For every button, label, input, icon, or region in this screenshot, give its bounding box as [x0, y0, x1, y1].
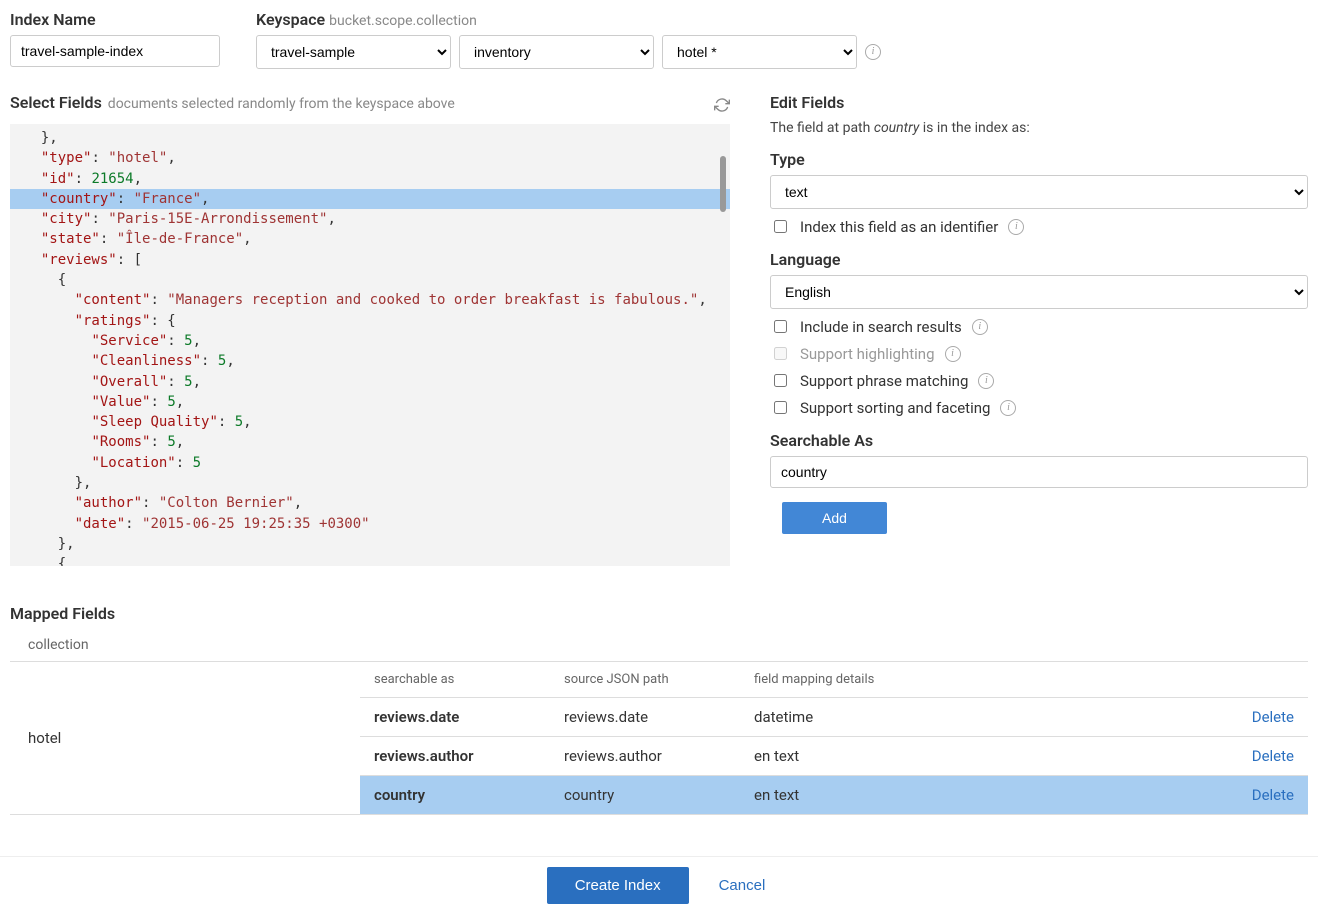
refresh-icon[interactable] — [714, 97, 730, 117]
info-icon[interactable]: i — [945, 346, 961, 362]
edit-fields-intro: The field at path country is in the inde… — [770, 120, 1308, 136]
table-row[interactable]: countrycountryen textDelete — [360, 776, 1308, 814]
json-line[interactable]: "state": "Île-de-France", — [10, 229, 730, 249]
info-icon[interactable]: i — [978, 373, 994, 389]
delete-link[interactable]: Delete — [1224, 786, 1294, 804]
cell-details: en text — [754, 747, 1224, 765]
identifier-label: Index this field as an identifier — [800, 218, 998, 236]
info-icon[interactable]: i — [865, 44, 881, 60]
json-preview[interactable]: }, "type": "hotel", "id": 21654, "countr… — [10, 124, 730, 566]
language-label: Language — [770, 250, 1308, 269]
type-select[interactable]: text — [770, 175, 1308, 209]
mapped-collection-name: hotel — [10, 662, 360, 814]
cell-source: reviews.date — [564, 708, 754, 726]
json-line[interactable]: "author": "Colton Bernier", — [10, 493, 730, 513]
keyspace-label: Keyspacebucket.scope.collection — [256, 10, 881, 29]
add-button[interactable]: Add — [782, 502, 887, 534]
searchable-as-input[interactable] — [770, 456, 1308, 488]
cell-searchable: reviews.author — [374, 747, 564, 765]
identifier-checkbox[interactable] — [774, 220, 787, 233]
json-line[interactable]: "city": "Paris-15E-Arrondissement", — [10, 209, 730, 229]
json-line[interactable]: "Cleanliness": 5, — [10, 351, 730, 371]
language-select[interactable]: English — [770, 275, 1308, 309]
mapped-table-header: searchable as source JSON path field map… — [360, 662, 1308, 698]
bucket-select[interactable]: travel-sample — [256, 35, 451, 69]
json-line[interactable]: { — [10, 554, 730, 566]
json-line[interactable]: "Value": 5, — [10, 392, 730, 412]
type-label: Type — [770, 150, 1308, 169]
cell-details: datetime — [754, 708, 1224, 726]
highlight-checkbox — [774, 347, 787, 360]
json-line[interactable]: "Location": 5 — [10, 453, 730, 473]
json-line[interactable]: "id": 21654, — [10, 169, 730, 189]
keyspace-group: Keyspacebucket.scope.collection travel-s… — [256, 10, 881, 69]
cell-searchable: country — [374, 786, 564, 804]
json-line[interactable]: "Overall": 5, — [10, 372, 730, 392]
collection-column-header: collection — [10, 631, 1308, 661]
highlight-label: Support highlighting — [800, 345, 935, 363]
mapped-fields-title: Mapped Fields — [10, 604, 1308, 623]
footer-bar: Create Index Cancel — [0, 856, 1318, 914]
index-name-input[interactable] — [10, 35, 220, 67]
scope-select[interactable]: inventory — [459, 35, 654, 69]
cell-details: en text — [754, 786, 1224, 804]
json-line[interactable]: }, — [10, 534, 730, 554]
searchable-as-label: Searchable As — [770, 431, 1308, 450]
json-line[interactable]: "date": "2015-06-25 19:25:35 +0300" — [10, 514, 730, 534]
collection-select[interactable]: hotel * — [662, 35, 857, 69]
cell-source: country — [564, 786, 754, 804]
cell-searchable: reviews.date — [374, 708, 564, 726]
sort-checkbox[interactable] — [774, 401, 787, 414]
json-line[interactable]: "type": "hotel", — [10, 148, 730, 168]
edit-fields-panel: Edit Fields The field at path country is… — [770, 93, 1308, 534]
json-line[interactable]: }, — [10, 473, 730, 493]
phrase-label: Support phrase matching — [800, 372, 968, 390]
phrase-checkbox[interactable] — [774, 374, 787, 387]
index-name-group: Index Name — [10, 10, 220, 69]
info-icon[interactable]: i — [972, 319, 988, 335]
info-icon[interactable]: i — [1000, 400, 1016, 416]
select-fields-title: Select Fieldsdocuments selected randomly… — [10, 93, 455, 112]
include-checkbox[interactable] — [774, 320, 787, 333]
json-line[interactable]: }, — [10, 128, 730, 148]
json-line[interactable]: "Service": 5, — [10, 331, 730, 351]
info-icon[interactable]: i — [1008, 219, 1024, 235]
delete-link[interactable]: Delete — [1224, 708, 1294, 726]
json-line[interactable]: "country": "France", — [10, 189, 730, 209]
cell-source: reviews.author — [564, 747, 754, 765]
sort-label: Support sorting and faceting — [800, 399, 990, 417]
table-row[interactable]: reviews.authorreviews.authoren textDelet… — [360, 737, 1308, 776]
keyspace-header: Index Name Keyspacebucket.scope.collecti… — [10, 10, 1308, 69]
edit-fields-title: Edit Fields — [770, 93, 1308, 112]
create-index-button[interactable]: Create Index — [547, 867, 689, 904]
json-line[interactable]: "reviews": [ — [10, 250, 730, 270]
json-line[interactable]: "Sleep Quality": 5, — [10, 412, 730, 432]
json-line[interactable]: "Rooms": 5, — [10, 432, 730, 452]
cancel-button[interactable]: Cancel — [713, 867, 772, 904]
delete-link[interactable]: Delete — [1224, 747, 1294, 765]
json-line[interactable]: "content": "Managers reception and cooke… — [10, 290, 730, 310]
include-label: Include in search results — [800, 318, 962, 336]
json-line[interactable]: { — [10, 270, 730, 290]
json-line[interactable]: "ratings": { — [10, 311, 730, 331]
table-row[interactable]: reviews.datereviews.datedatetimeDelete — [360, 698, 1308, 737]
index-name-label: Index Name — [10, 10, 220, 29]
